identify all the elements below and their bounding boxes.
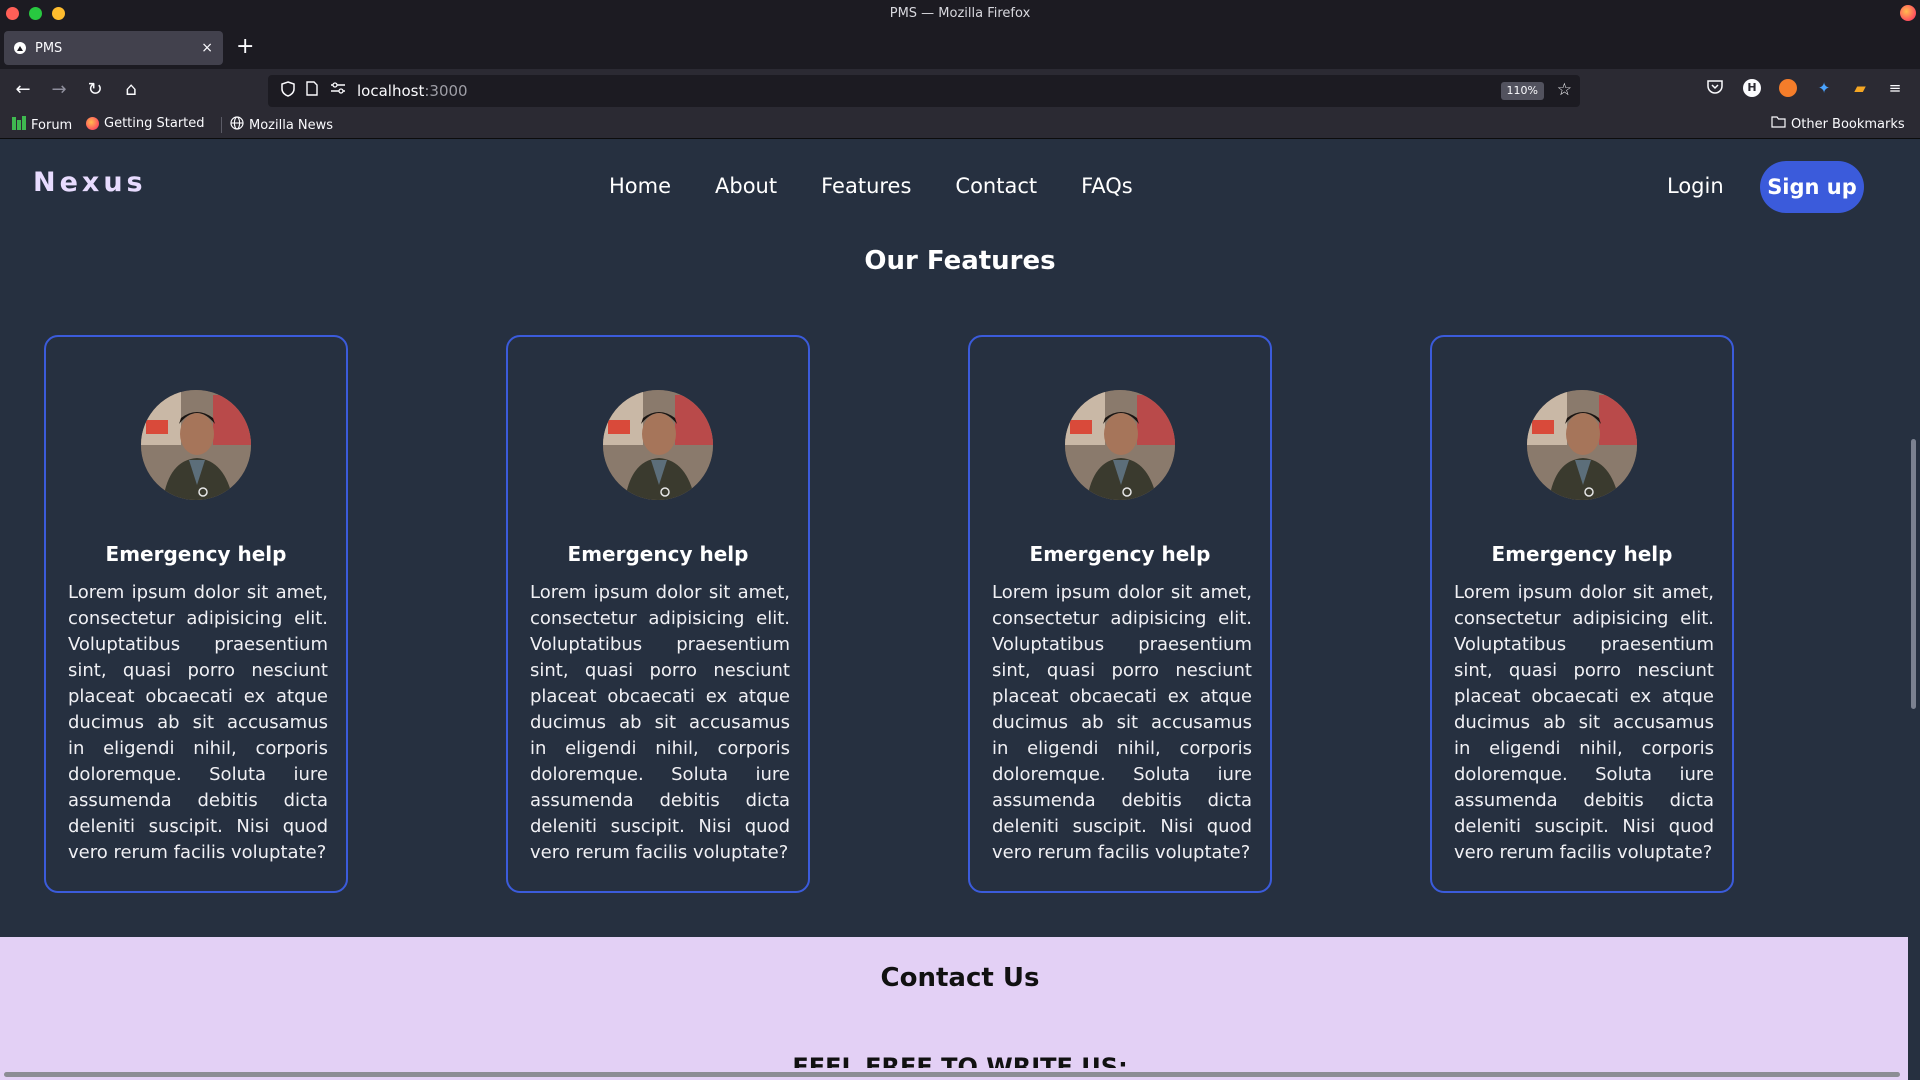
globe-icon [230,116,244,134]
url-host: localhost [357,82,425,100]
window-title: PMS — Mozilla Firefox [889,6,1031,21]
site-logo[interactable]: Nexus [33,167,147,198]
nav-link-home[interactable]: Home [609,174,671,198]
login-link[interactable]: Login [1667,174,1724,198]
feature-card: Emergency help Lorem ipsum dolor sit ame… [506,335,810,893]
bookmark-getting-started[interactable]: Getting Started [86,116,205,131]
url-port: :3000 [424,82,468,100]
firefox-icon [86,117,99,130]
shield-icon[interactable] [281,81,295,101]
features-heading: Our Features [864,246,1056,276]
firefox-icon [1900,5,1916,21]
contact-section: Contact Us FEEL FREE TO WRITE US: [0,937,1908,1068]
extension-h-icon[interactable]: H [1743,79,1761,97]
avatar [603,390,713,500]
feature-card: Emergency help Lorem ipsum dolor sit ame… [968,335,1272,893]
feature-card: Emergency help Lorem ipsum dolor sit ame… [44,335,348,893]
url-bar[interactable]: localhost:3000 110% ☆ [268,75,1580,107]
reload-icon[interactable]: ↻ [84,79,106,101]
contact-heading: Contact Us [880,963,1040,993]
bookmark-label: Forum [31,117,73,133]
card-title: Emergency help [1491,542,1673,566]
page-icon[interactable] [306,81,318,100]
close-window-button[interactable] [6,7,19,20]
navigation-toolbar: ← → ↻ ⌂ localhost:3000 110% ☆ H ✦ ▰ ≡ [0,69,1920,111]
bookmark-mozilla-news[interactable]: Mozilla News [230,116,333,134]
bookmark-label: Mozilla News [249,117,334,133]
zoom-level-badge[interactable]: 110% [1500,82,1544,100]
window-controls [6,7,65,20]
forum-icon [12,116,26,134]
star-icon[interactable]: ☆ [1557,80,1572,100]
site-navigation: Home About Features Contact FAQs [609,174,1133,198]
card-description: Lorem ipsum dolor sit amet, consectetur … [68,582,328,863]
avatar [1065,390,1175,500]
avatar [1527,390,1637,500]
avatar [141,390,251,500]
card-description: Lorem ipsum dolor sit amet, consectetur … [530,582,790,863]
back-icon[interactable]: ← [12,79,34,101]
feature-card: Emergency help Lorem ipsum dolor sit ame… [1430,335,1734,893]
card-title: Emergency help [1029,542,1211,566]
card-description: Lorem ipsum dolor sit amet, consectetur … [1454,582,1714,863]
window-titlebar: PMS — Mozilla Firefox [0,0,1920,27]
home-icon[interactable]: ⌂ [120,79,142,101]
bookmark-forum[interactable]: Forum [12,116,72,134]
nav-link-contact[interactable]: Contact [955,174,1037,198]
bookmarks-toolbar: Forum Getting Started Mozilla News Other… [0,111,1920,139]
new-tab-button[interactable]: + [236,35,254,59]
forward-icon[interactable]: → [48,79,70,101]
extension-blue-icon[interactable]: ✦ [1815,79,1833,97]
url-text[interactable]: localhost:3000 [357,82,468,100]
extension-badge-icon[interactable]: ▰ [1851,79,1869,97]
pocket-icon[interactable] [1706,79,1724,97]
nav-link-features[interactable]: Features [821,174,911,198]
nav-link-about[interactable]: About [715,174,777,198]
vertical-scrollbar[interactable] [1908,139,1920,1080]
horizontal-scrollbar[interactable] [0,1068,1908,1080]
nav-link-faqs[interactable]: FAQs [1081,174,1133,198]
card-title: Emergency help [567,542,749,566]
other-bookmarks-label: Other Bookmarks [1791,116,1905,132]
card-description: Lorem ipsum dolor sit amet, consectetur … [992,582,1252,863]
vertical-scroll-thumb[interactable] [1911,439,1916,709]
card-title: Emergency help [105,542,287,566]
extension-orange-icon[interactable] [1779,79,1797,97]
tab-title: PMS [35,40,63,56]
folder-icon [1771,116,1786,132]
permissions-icon[interactable] [330,81,346,99]
minimize-window-button[interactable] [29,7,42,20]
contact-subheading: FEEL FREE TO WRITE US: [792,1053,1128,1068]
menu-icon[interactable]: ≡ [1886,79,1904,97]
site-favicon-icon [14,42,26,54]
other-bookmarks[interactable]: Other Bookmarks [1771,116,1905,132]
tab-pms[interactable]: PMS × [4,31,223,65]
tab-close-icon[interactable]: × [201,40,213,56]
maximize-window-button[interactable] [52,7,65,20]
signup-button[interactable]: Sign up [1760,161,1864,213]
bookmark-separator [221,117,222,133]
web-page: Nexus Home About Features Contact FAQs L… [0,139,1908,1068]
tab-bar: PMS × + [0,27,1920,69]
horizontal-scroll-thumb[interactable] [4,1072,1900,1077]
bookmark-label: Getting Started [104,116,205,131]
